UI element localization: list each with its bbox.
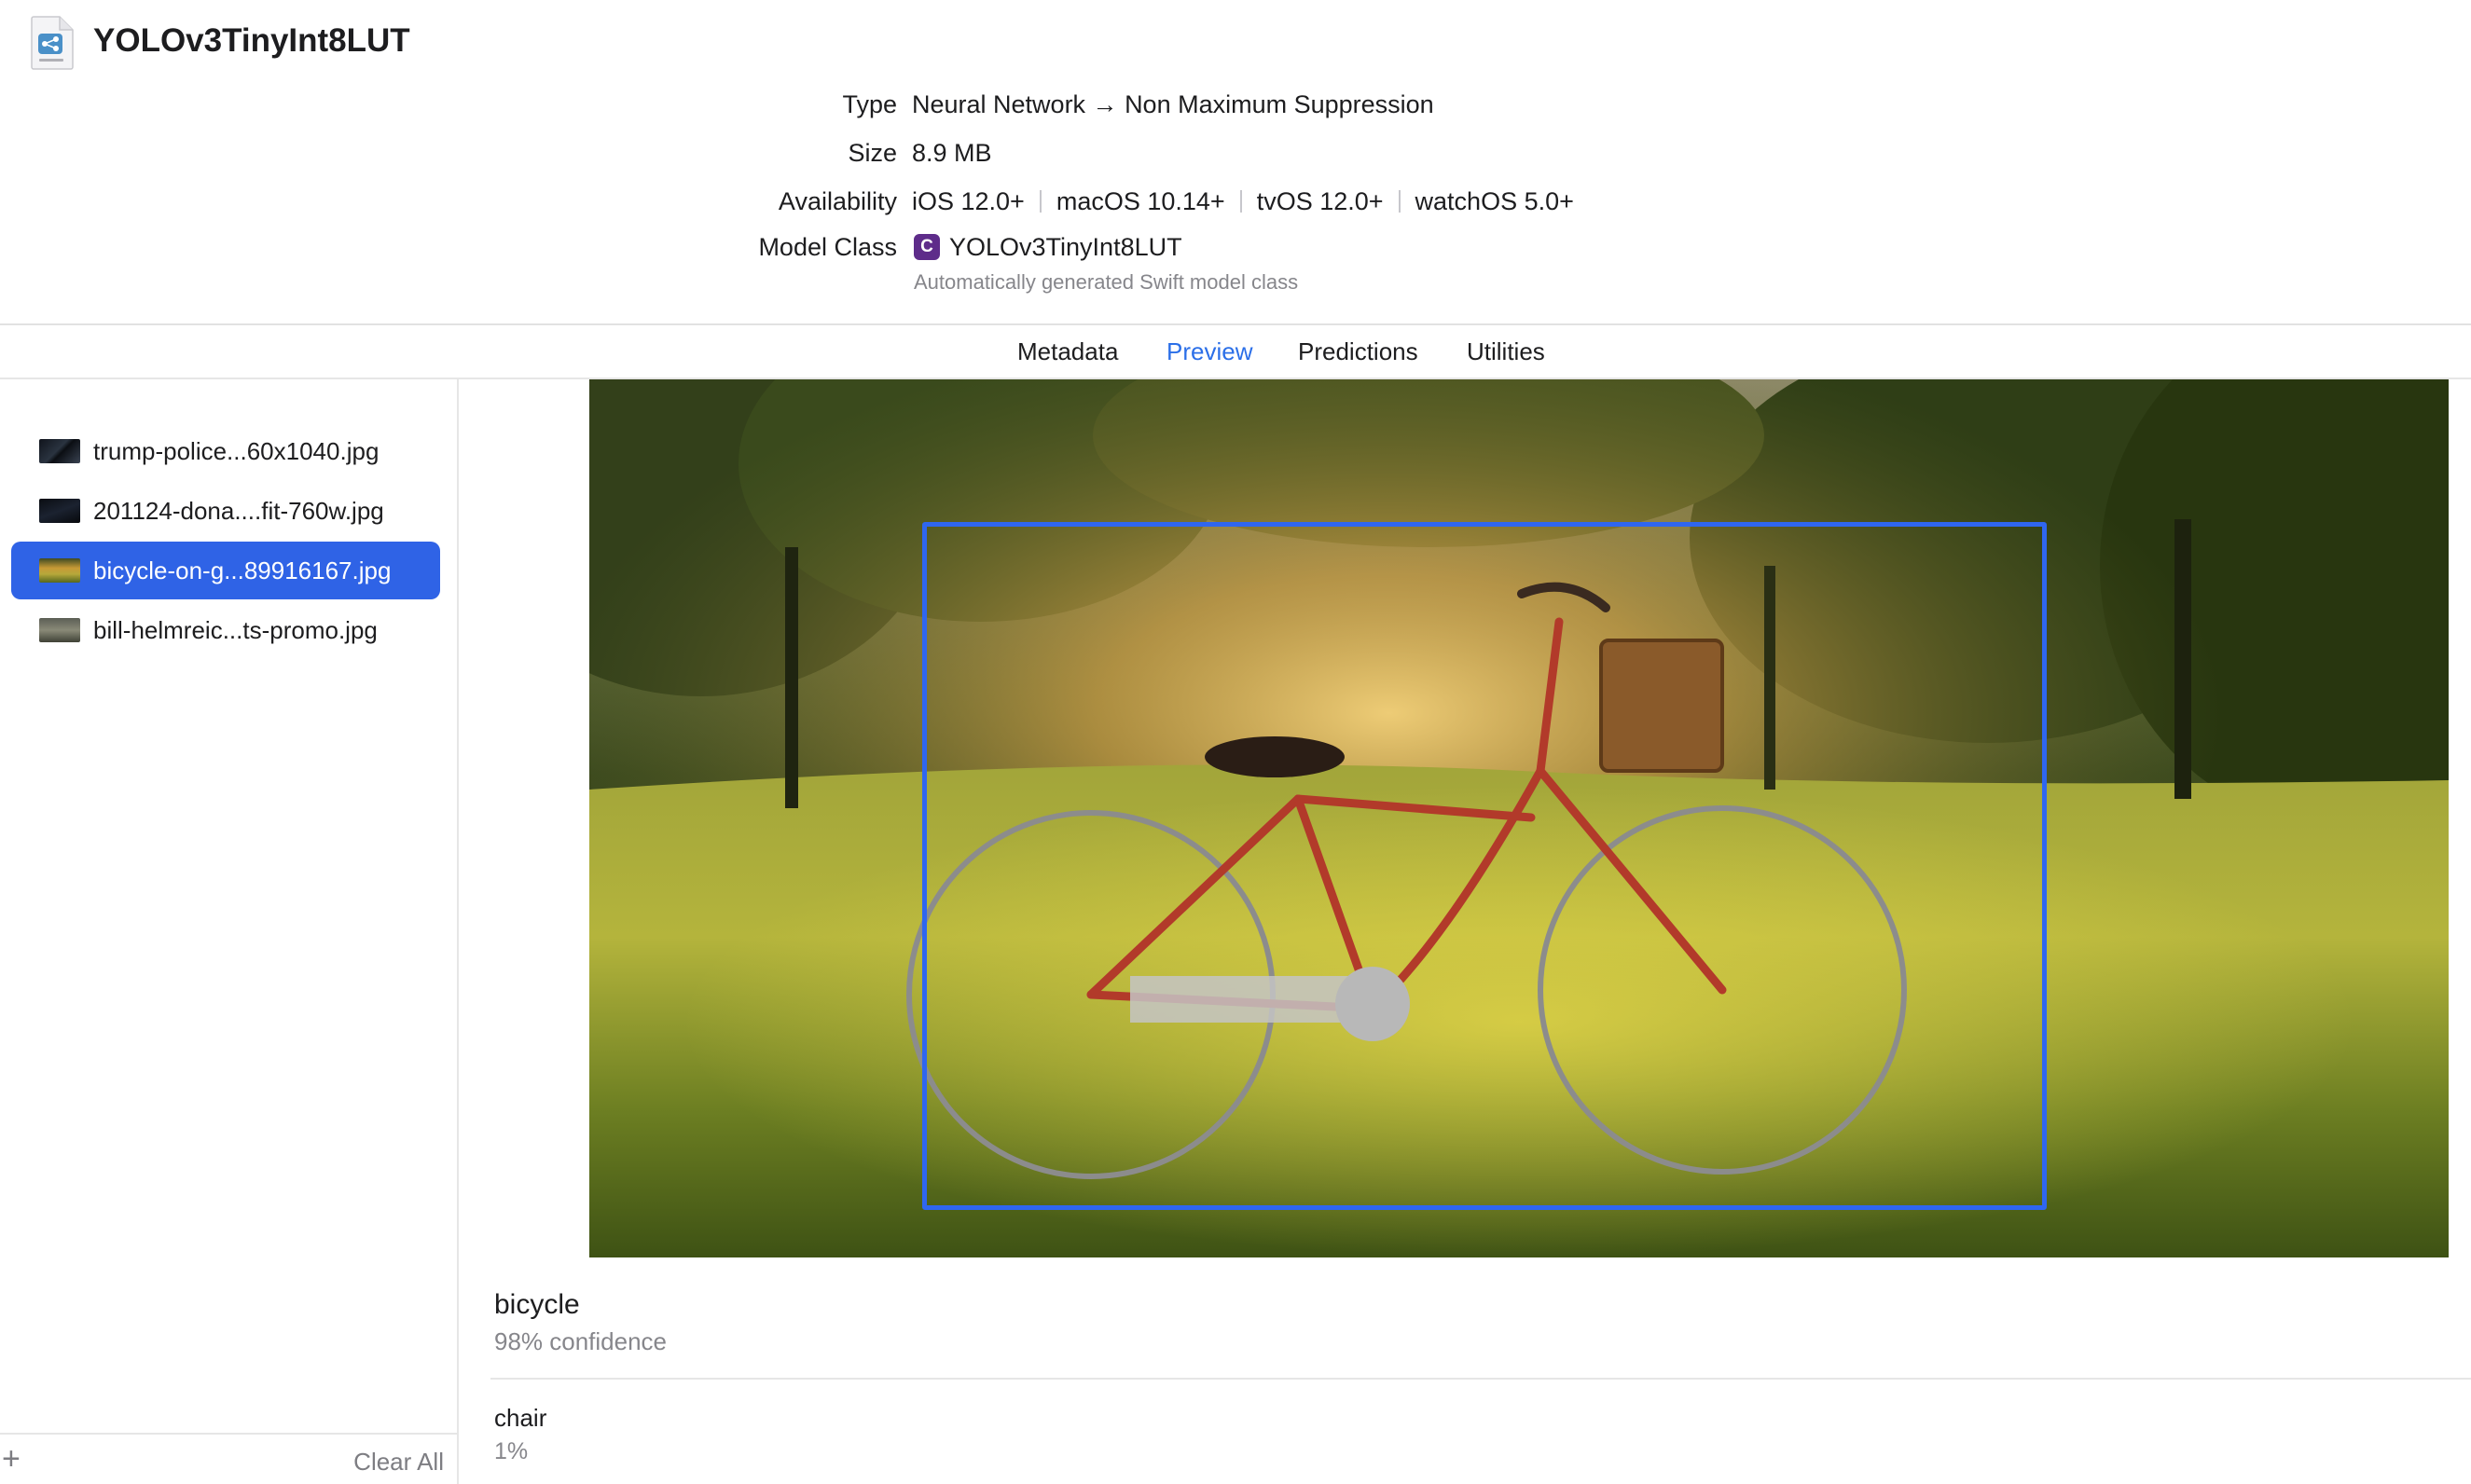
- tab-bar: Metadata Preview Predictions Utilities: [0, 325, 2471, 378]
- prediction-label: bicycle: [494, 1289, 580, 1320]
- file-name: 201124-dona....fit-760w.jpg: [93, 497, 384, 525]
- availability-watchos: watchOS 5.0+: [1415, 187, 1574, 215]
- detection-bounding-box: [922, 522, 2047, 1210]
- file-list-item-selected[interactable]: bicycle-on-g...89916167.jpg: [11, 542, 440, 599]
- file-name: trump-police...60x1040.jpg: [93, 437, 380, 465]
- availability-tvos: tvOS 12.0+: [1256, 187, 1384, 215]
- prediction-divider: [490, 1378, 2471, 1380]
- availability-separator: [1239, 190, 1242, 213]
- model-class-description: Automatically generated Swift model clas…: [914, 270, 1299, 294]
- tab-utilities[interactable]: Utilities: [1467, 337, 1545, 366]
- file-list-item[interactable]: 201124-dona....fit-760w.jpg: [11, 482, 440, 540]
- availability-ios: iOS 12.0+: [912, 187, 1025, 215]
- prediction-confidence: 1%: [494, 1438, 529, 1464]
- size-value: 8.9 MB: [912, 139, 992, 167]
- sidebar: trump-police...60x1040.jpg 201124-dona..…: [0, 379, 459, 1484]
- tab-metadata[interactable]: Metadata: [1017, 337, 1118, 366]
- app-title: YOLOv3TinyInt8LUT: [93, 22, 410, 59]
- tab-predictions[interactable]: Predictions: [1298, 337, 1418, 366]
- size-label: Size: [848, 139, 897, 167]
- model-info: Type Neural Network → Non Maximum Suppre…: [0, 89, 2471, 303]
- model-class-name[interactable]: YOLOv3TinyInt8LUT: [949, 231, 1182, 263]
- availability-separator: [1039, 190, 1042, 213]
- file-list-item[interactable]: trump-police...60x1040.jpg: [11, 422, 440, 480]
- prediction-label: chair: [494, 1404, 547, 1432]
- tab-preview[interactable]: Preview: [1166, 337, 1252, 366]
- clear-all-button[interactable]: Clear All: [353, 1447, 444, 1477]
- availability-label: Availability: [778, 187, 897, 215]
- image-thumbnail: [39, 439, 80, 463]
- availability-macos: macOS 10.14+: [1056, 187, 1225, 215]
- add-image-button[interactable]: +: [2, 1442, 21, 1476]
- type-label: Type: [842, 90, 897, 118]
- model-class-link[interactable]: C YOLOv3TinyInt8LUT: [914, 231, 1182, 263]
- mlmodel-file-icon: [31, 16, 74, 70]
- image-thumbnail: [39, 618, 80, 642]
- availability-list: iOS 12.0+ macOS 10.14+ tvOS 12.0+ watchO…: [912, 186, 1574, 217]
- model-class-label: Model Class: [758, 233, 897, 261]
- title-bar: YOLOv3TinyInt8LUT: [0, 0, 2471, 84]
- file-name: bicycle-on-g...89916167.jpg: [93, 556, 392, 584]
- prediction-confidence: 98% confidence: [494, 1327, 668, 1355]
- file-name: bill-helmreic...ts-promo.jpg: [93, 616, 378, 644]
- swift-class-icon: C: [914, 234, 940, 260]
- image-thumbnail: [39, 558, 80, 583]
- sidebar-footer-divider: [0, 1433, 457, 1435]
- type-value: Neural Network → Non Maximum Suppression: [912, 90, 1434, 118]
- availability-separator: [1398, 190, 1401, 213]
- image-thumbnail: [39, 499, 80, 523]
- file-list-item[interactable]: bill-helmreic...ts-promo.jpg: [11, 601, 440, 659]
